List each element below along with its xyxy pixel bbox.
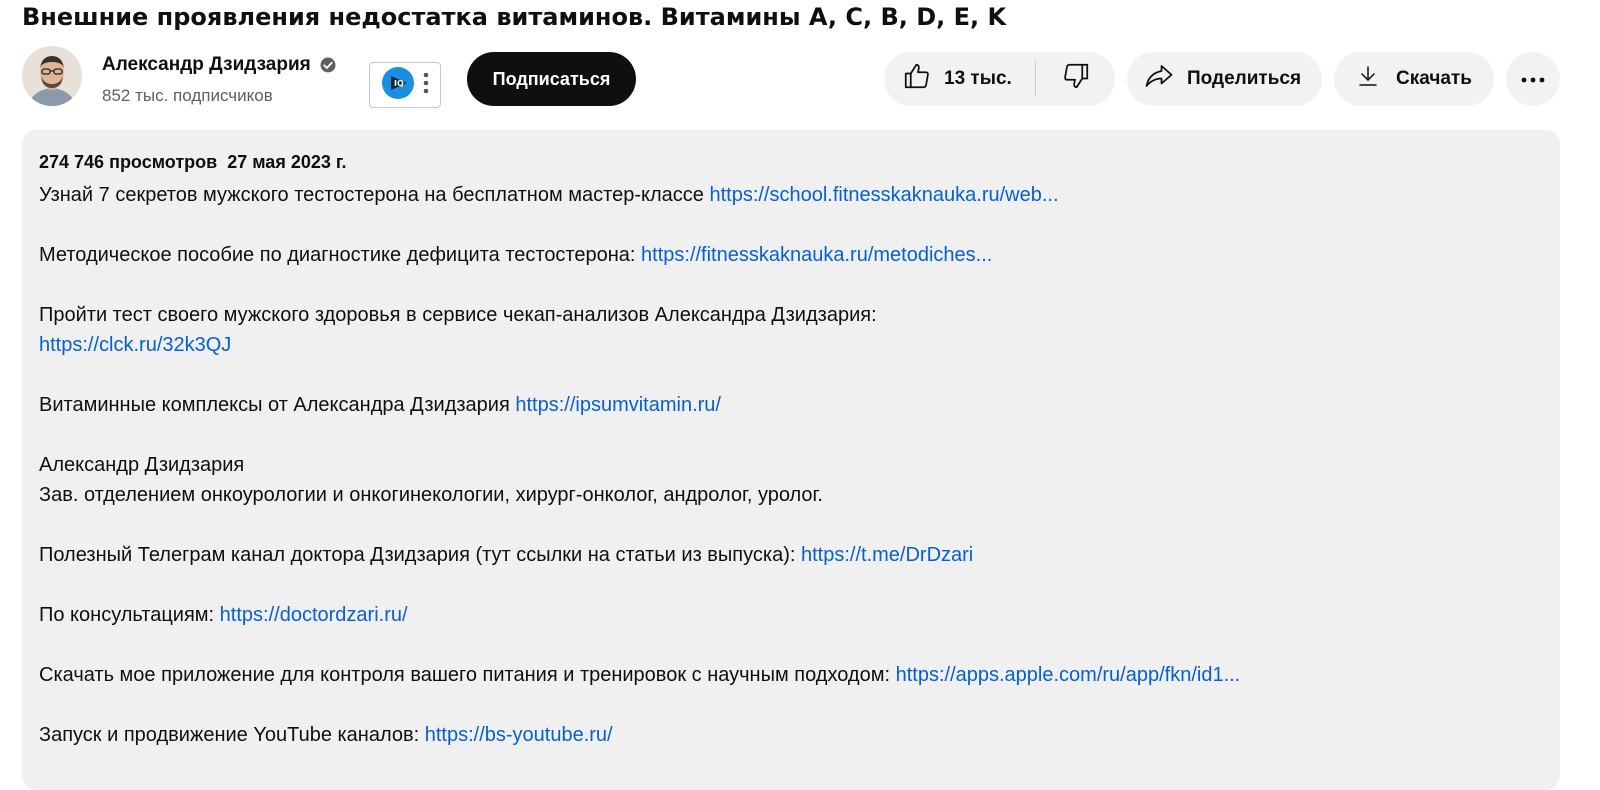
description-text: По консультациям: bbox=[39, 604, 220, 626]
extension-widget[interactable]: IQ bbox=[369, 62, 441, 108]
thumbs-up-icon bbox=[902, 61, 932, 97]
description-text: Пройти тест своего мужского здоровья в с… bbox=[39, 304, 877, 326]
consultation-link[interactable]: https://doctordzari.ru/ bbox=[220, 604, 408, 626]
subscriber-count: 852 тыс. подписчиков bbox=[102, 86, 273, 105]
channel-name[interactable]: Александр Дзидзария bbox=[102, 54, 337, 76]
description-paragraph: Скачать мое приложение для контроля ваше… bbox=[39, 660, 1543, 690]
video-title: Внешние проявления недостатка витаминов.… bbox=[22, 3, 1007, 31]
description-box[interactable]: 274 746 просмотров 27 мая 2023 г. Узнай 7… bbox=[22, 130, 1560, 790]
dislike-button[interactable] bbox=[1036, 52, 1115, 106]
share-arrow-icon bbox=[1143, 61, 1175, 97]
thumbs-down-icon bbox=[1061, 61, 1091, 97]
avatar-photo-icon bbox=[22, 46, 82, 106]
description-paragraph: Запуск и продвижение YouTube каналов: ht… bbox=[39, 720, 1543, 750]
app-store-link[interactable]: https://apps.apple.com/ru/app/fkn/id1... bbox=[896, 664, 1241, 686]
description-text: Полезный Телеграм канал доктора Дзидзари… bbox=[39, 544, 801, 566]
telegram-link[interactable]: https://t.me/DrDzari bbox=[801, 544, 973, 566]
view-count: 274 746 просмотров bbox=[39, 152, 218, 172]
like-dislike-group: 13 тыс. bbox=[884, 52, 1115, 106]
download-button[interactable]: Скачать bbox=[1334, 52, 1494, 106]
description-paragraph: По консультациям: https://doctordzari.ru… bbox=[39, 600, 1543, 630]
description-text: Запуск и продвижение YouTube каналов: bbox=[39, 724, 425, 746]
more-actions-button[interactable] bbox=[1506, 52, 1560, 106]
description-paragraph: Узнай 7 секретов мужского тестостерона н… bbox=[39, 180, 1543, 210]
share-button[interactable]: Поделиться bbox=[1127, 52, 1322, 106]
description-text: Методическое пособие по диагностике дефи… bbox=[39, 244, 642, 266]
download-icon bbox=[1356, 62, 1380, 96]
manual-link[interactable]: https://fitnesskaknauka.ru/metodiches... bbox=[641, 244, 992, 266]
upload-date: 27 мая 2023 г. bbox=[227, 152, 347, 172]
like-button[interactable]: 13 тыс. bbox=[884, 52, 1035, 106]
description-text: Скачать мое приложение для контроля ваше… bbox=[39, 664, 896, 686]
download-label: Скачать bbox=[1396, 68, 1472, 89]
video-meta: 274 746 просмотров 27 мая 2023 г. bbox=[39, 150, 1543, 174]
description-text: Витаминные комплексы от Александра Дзидз… bbox=[39, 394, 516, 416]
iq-logo-text: IQ bbox=[394, 79, 404, 88]
owner-row: Александр Дзидзария 852 тыс. подписчиков… bbox=[22, 46, 1600, 110]
like-count: 13 тыс. bbox=[944, 68, 1012, 89]
author-role: Зав. отделением онкоурологии и онкогинек… bbox=[39, 484, 823, 506]
channel-avatar[interactable] bbox=[22, 46, 82, 106]
description-paragraph: Методическое пособие по диагностике дефи… bbox=[39, 240, 1543, 270]
description-paragraph: Витаминные комплексы от Александра Дзидз… bbox=[39, 390, 1543, 420]
iq-logo-icon: IQ bbox=[381, 66, 415, 105]
verified-checkmark-icon bbox=[319, 56, 337, 74]
description-paragraph: Полезный Телеграм канал доктора Дзидзари… bbox=[39, 540, 1543, 570]
kebab-menu-icon[interactable] bbox=[423, 72, 429, 99]
channel-name-text[interactable]: Александр Дзидзария bbox=[102, 54, 311, 76]
more-horizontal-icon bbox=[1520, 68, 1546, 90]
subscribe-button[interactable]: Подписаться bbox=[467, 52, 636, 106]
author-name: Александр Дзидзария bbox=[39, 454, 245, 476]
description-text: Узнай 7 секретов мужского тестостерона н… bbox=[39, 184, 710, 206]
vitamins-link[interactable]: https://ipsumvitamin.ru/ bbox=[515, 394, 721, 416]
masterclass-link[interactable]: https://school.fitnesskaknauka.ru/web... bbox=[709, 184, 1058, 206]
youtube-promo-link[interactable]: https://bs-youtube.ru/ bbox=[425, 724, 613, 746]
checkup-link[interactable]: https://clck.ru/32k3QJ bbox=[39, 334, 231, 356]
share-label: Поделиться bbox=[1187, 68, 1302, 89]
